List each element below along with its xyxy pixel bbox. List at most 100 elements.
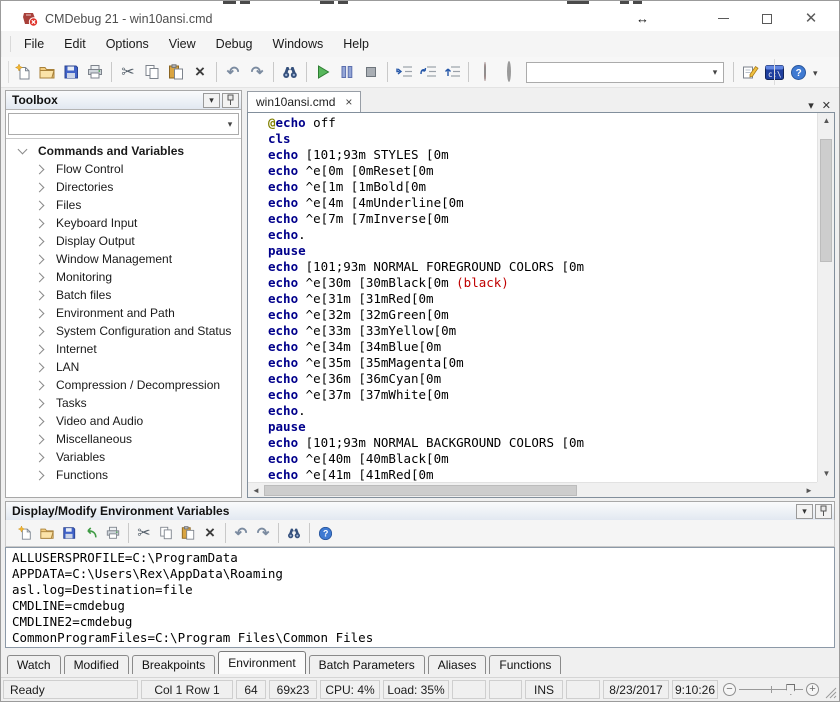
env-variable-line[interactable]: APPDATA=C:\Users\Rex\AppData\Roaming <box>12 566 834 582</box>
scroll-left-icon[interactable]: ◄ <box>248 486 264 495</box>
vertical-scroll-thumb[interactable] <box>820 139 832 262</box>
toolbox-item-lan[interactable]: LAN <box>6 358 241 376</box>
redo-button[interactable]: ↷ <box>252 522 274 544</box>
toolbox-item-window-management[interactable]: Window Management <box>6 250 241 268</box>
find-button[interactable] <box>283 522 305 544</box>
print-button[interactable] <box>102 522 124 544</box>
step-out-button[interactable] <box>440 60 464 84</box>
tab-close-icon[interactable]: × <box>345 95 352 109</box>
chevron-right-icon[interactable] <box>35 452 45 462</box>
chevron-right-icon[interactable] <box>35 200 45 210</box>
breakpoint-clear-button[interactable] <box>497 60 521 84</box>
menu-file[interactable]: File <box>14 33 54 55</box>
toolbox-item-system-configuration-and-status[interactable]: System Configuration and Status <box>6 322 241 340</box>
code-line[interactable]: echo ^e[35m [35mMagenta[0m <box>268 355 817 371</box>
menu-help[interactable]: Help <box>333 33 379 55</box>
toolbar-overflow-button[interactable]: ▾ <box>810 63 821 81</box>
code-line[interactable]: echo [101;93m NORMAL BACKGROUND COLORS [… <box>268 435 817 451</box>
scroll-right-icon[interactable]: ► <box>801 486 817 495</box>
close-button[interactable]: ✕ <box>789 8 833 30</box>
toolbox-item-tasks[interactable]: Tasks <box>6 394 241 412</box>
find-button[interactable] <box>278 60 302 84</box>
tab-functions[interactable]: Functions <box>489 655 561 674</box>
new-file-button[interactable] <box>11 60 35 84</box>
code-line[interactable]: echo ^e[31m [31mRed[0m <box>268 291 817 307</box>
code-line[interactable]: echo. <box>268 403 817 419</box>
toolbox-item-variables[interactable]: Variables <box>6 448 241 466</box>
maximize-button[interactable] <box>745 8 789 30</box>
chevron-down-icon[interactable]: ▾ <box>707 67 723 78</box>
env-pin-button[interactable] <box>815 504 832 519</box>
env-menu-button[interactable]: ▾ <box>796 504 813 519</box>
code-line[interactable]: @echo off <box>268 115 817 131</box>
code-line[interactable]: echo ^e[0m [0mReset[0m <box>268 163 817 179</box>
chevron-right-icon[interactable] <box>35 362 45 372</box>
toolbox-item-flow-control[interactable]: Flow Control <box>6 160 241 178</box>
menu-options[interactable]: Options <box>96 33 159 55</box>
chevron-right-icon[interactable] <box>35 254 45 264</box>
chevron-right-icon[interactable] <box>35 236 45 246</box>
editor-tab[interactable]: win10ansi.cmd × <box>247 91 361 112</box>
code-line[interactable]: echo ^e[30m [30mBlack[0m (black) <box>268 275 817 291</box>
scroll-down-icon[interactable]: ▼ <box>818 466 835 482</box>
revert-button[interactable] <box>80 522 102 544</box>
chevron-right-icon[interactable] <box>35 182 45 192</box>
edit-note-button[interactable] <box>738 60 762 84</box>
delete-button[interactable]: × <box>199 522 221 544</box>
toolbox-item-display-output[interactable]: Display Output <box>6 232 241 250</box>
run-button[interactable] <box>311 60 335 84</box>
chevron-down-icon[interactable] <box>18 145 28 155</box>
scroll-up-icon[interactable]: ▲ <box>818 113 835 129</box>
chevron-right-icon[interactable] <box>35 380 45 390</box>
code-line[interactable]: echo ^e[7m [7mInverse[0m <box>268 211 817 227</box>
undo-button[interactable]: ↶ <box>221 60 245 84</box>
save-button[interactable] <box>59 60 83 84</box>
resize-arrows-icon[interactable]: ↔ <box>636 11 649 26</box>
toolbox-pin-button[interactable] <box>222 93 239 108</box>
chevron-right-icon[interactable] <box>35 344 45 354</box>
zoom-in-icon[interactable]: + <box>806 683 819 696</box>
env-variable-line[interactable]: CommonProgramFiles=C:\Program Files\Comm… <box>12 630 834 646</box>
tab-bar-close-icon[interactable]: ✕ <box>822 99 831 112</box>
code-line[interactable]: echo ^e[37m [37mWhite[0m <box>268 387 817 403</box>
chevron-right-icon[interactable] <box>35 218 45 228</box>
code-line[interactable]: echo [101;93m NORMAL FOREGROUND COLORS [… <box>268 259 817 275</box>
copy-button[interactable] <box>155 522 177 544</box>
toolbox-item-internet[interactable]: Internet <box>6 340 241 358</box>
menu-debug[interactable]: Debug <box>206 33 263 55</box>
tab-watch[interactable]: Watch <box>7 655 61 674</box>
horizontal-scroll-thumb[interactable] <box>264 485 577 496</box>
tab-modified[interactable]: Modified <box>64 655 129 674</box>
toolbox-root-item[interactable]: Commands and Variables <box>6 142 241 160</box>
chevron-right-icon[interactable] <box>35 290 45 300</box>
code-line[interactable]: echo ^e[1m [1mBold[0m <box>268 179 817 195</box>
copy-button[interactable] <box>140 60 164 84</box>
vertical-scrollbar[interactable]: ▲ ▼ <box>817 113 834 482</box>
env-variable-line[interactable]: ALLUSERSPROFILE=C:\ProgramData <box>12 550 834 566</box>
help-button[interactable]: ? <box>786 60 810 84</box>
code-line[interactable]: echo ^e[41m [41mRed[0m <box>268 467 817 482</box>
pause-button[interactable] <box>335 60 359 84</box>
code-line[interactable]: pause <box>268 419 817 435</box>
print-button[interactable] <box>83 60 107 84</box>
chevron-right-icon[interactable] <box>35 326 45 336</box>
tab-environment[interactable]: Environment <box>218 651 305 674</box>
chevron-right-icon[interactable] <box>35 470 45 480</box>
tab-batch-parameters[interactable]: Batch Parameters <box>309 655 425 674</box>
save-button[interactable] <box>58 522 80 544</box>
tab-breakpoints[interactable]: Breakpoints <box>132 655 215 674</box>
cut-button[interactable]: ✂ <box>116 60 140 84</box>
env-variable-line[interactable]: asl.log=Destination=file <box>12 582 834 598</box>
toolbox-item-batch-files[interactable]: Batch files <box>6 286 241 304</box>
paste-button[interactable] <box>177 522 199 544</box>
chevron-right-icon[interactable] <box>35 416 45 426</box>
horizontal-scrollbar[interactable]: ◄ ► <box>248 482 817 497</box>
code-line[interactable]: echo ^e[40m [40mBlack[0m <box>268 451 817 467</box>
toolbox-item-directories[interactable]: Directories <box>6 178 241 196</box>
resize-grip[interactable] <box>824 680 837 699</box>
chevron-right-icon[interactable] <box>35 308 45 318</box>
code-line[interactable]: pause <box>268 243 817 259</box>
env-variable-line[interactable]: CMDLINE=cmdebug <box>12 598 834 614</box>
menu-windows[interactable]: Windows <box>263 33 334 55</box>
code-line[interactable]: echo ^e[33m [33mYellow[0m <box>268 323 817 339</box>
